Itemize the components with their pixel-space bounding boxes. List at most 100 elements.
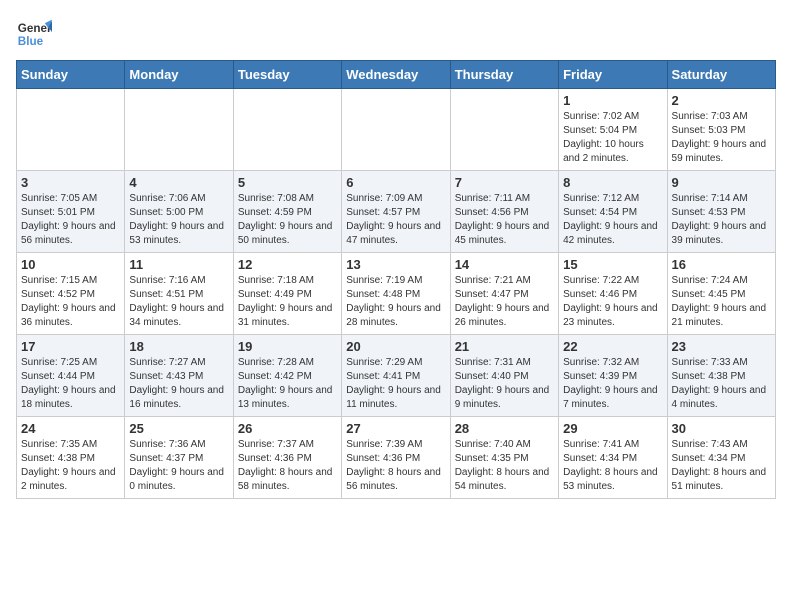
day-info: Sunrise: 7:24 AM Sunset: 4:45 PM Dayligh… xyxy=(672,274,771,330)
day-info: Sunrise: 7:21 AM Sunset: 4:47 PM Dayligh… xyxy=(455,274,554,330)
day-number: 7 xyxy=(455,175,554,190)
calendar-cell: 9 Sunrise: 7:14 AM Sunset: 4:53 PM Daylig… xyxy=(667,171,775,253)
day-number: 11 xyxy=(129,257,228,272)
calendar-cell: 14 Sunrise: 7:21 AM Sunset: 4:47 PM Dayli… xyxy=(450,253,558,335)
day-number: 10 xyxy=(21,257,120,272)
day-info: Sunrise: 7:03 AM Sunset: 5:03 PM Dayligh… xyxy=(672,110,771,166)
page-header: General Blue xyxy=(16,16,776,52)
calendar-cell xyxy=(450,89,558,171)
calendar-cell: 29 Sunrise: 7:41 AM Sunset: 4:34 PM Dayli… xyxy=(559,417,667,499)
weekday-header-sunday: Sunday xyxy=(17,61,125,89)
weekday-header-tuesday: Tuesday xyxy=(233,61,341,89)
day-info: Sunrise: 7:09 AM Sunset: 4:57 PM Dayligh… xyxy=(346,192,445,248)
day-info: Sunrise: 7:39 AM Sunset: 4:36 PM Dayligh… xyxy=(346,438,445,494)
logo: General Blue xyxy=(16,16,52,52)
day-info: Sunrise: 7:11 AM Sunset: 4:56 PM Dayligh… xyxy=(455,192,554,248)
day-number: 6 xyxy=(346,175,445,190)
weekday-header-thursday: Thursday xyxy=(450,61,558,89)
day-info: Sunrise: 7:08 AM Sunset: 4:59 PM Dayligh… xyxy=(238,192,337,248)
calendar-cell: 19 Sunrise: 7:28 AM Sunset: 4:42 PM Dayli… xyxy=(233,335,341,417)
day-number: 27 xyxy=(346,421,445,436)
calendar-cell xyxy=(233,89,341,171)
day-number: 12 xyxy=(238,257,337,272)
logo-icon: General Blue xyxy=(16,16,52,52)
calendar-week-row: 24Sunrise: 7:35 AM Sunset: 4:38 PM Dayli… xyxy=(17,417,776,499)
day-number: 29 xyxy=(563,421,662,436)
calendar-cell: 21Sunrise: 7:31 AM Sunset: 4:40 PM Dayli… xyxy=(450,335,558,417)
day-number: 18 xyxy=(129,339,228,354)
weekday-header-saturday: Saturday xyxy=(667,61,775,89)
day-number: 8 xyxy=(563,175,662,190)
day-info: Sunrise: 7:43 AM Sunset: 4:34 PM Dayligh… xyxy=(672,438,771,494)
calendar-cell: 30 Sunrise: 7:43 AM Sunset: 4:34 PM Dayli… xyxy=(667,417,775,499)
day-info: Sunrise: 7:28 AM Sunset: 4:42 PM Dayligh… xyxy=(238,356,337,412)
calendar-cell: 13 Sunrise: 7:19 AM Sunset: 4:48 PM Dayli… xyxy=(342,253,450,335)
calendar-cell: 20 Sunrise: 7:29 AM Sunset: 4:41 PM Dayli… xyxy=(342,335,450,417)
calendar-week-row: 1 Sunrise: 7:02 AM Sunset: 5:04 PM Daylig… xyxy=(17,89,776,171)
day-number: 13 xyxy=(346,257,445,272)
day-number: 28 xyxy=(455,421,554,436)
calendar-cell: 15 Sunrise: 7:22 AM Sunset: 4:46 PM Dayli… xyxy=(559,253,667,335)
day-number: 26 xyxy=(238,421,337,436)
weekday-header-row: SundayMondayTuesdayWednesdayThursdayFrid… xyxy=(17,61,776,89)
calendar-cell: 28Sunrise: 7:40 AM Sunset: 4:35 PM Dayli… xyxy=(450,417,558,499)
weekday-header-monday: Monday xyxy=(125,61,233,89)
calendar-cell: 4 Sunrise: 7:06 AM Sunset: 5:00 PM Daylig… xyxy=(125,171,233,253)
calendar-week-row: 17 Sunrise: 7:25 AM Sunset: 4:44 PM Dayli… xyxy=(17,335,776,417)
day-number: 1 xyxy=(563,93,662,108)
calendar-cell: 16 Sunrise: 7:24 AM Sunset: 4:45 PM Dayli… xyxy=(667,253,775,335)
day-info: Sunrise: 7:35 AM Sunset: 4:38 PM Dayligh… xyxy=(21,438,120,494)
calendar-cell: 10 Sunrise: 7:15 AM Sunset: 4:52 PM Dayli… xyxy=(17,253,125,335)
calendar-cell: 23 Sunrise: 7:33 AM Sunset: 4:38 PM Dayli… xyxy=(667,335,775,417)
calendar-table: SundayMondayTuesdayWednesdayThursdayFrid… xyxy=(16,60,776,499)
svg-text:Blue: Blue xyxy=(18,35,44,48)
day-number: 9 xyxy=(672,175,771,190)
day-info: Sunrise: 7:14 AM Sunset: 4:53 PM Dayligh… xyxy=(672,192,771,248)
calendar-cell: 12 Sunrise: 7:18 AM Sunset: 4:49 PM Dayli… xyxy=(233,253,341,335)
day-info: Sunrise: 7:41 AM Sunset: 4:34 PM Dayligh… xyxy=(563,438,662,494)
day-number: 23 xyxy=(672,339,771,354)
day-number: 14 xyxy=(455,257,554,272)
calendar-week-row: 10 Sunrise: 7:15 AM Sunset: 4:52 PM Dayli… xyxy=(17,253,776,335)
day-number: 21 xyxy=(455,339,554,354)
calendar-cell: 26Sunrise: 7:37 AM Sunset: 4:36 PM Dayli… xyxy=(233,417,341,499)
weekday-header-friday: Friday xyxy=(559,61,667,89)
day-info: Sunrise: 7:12 AM Sunset: 4:54 PM Dayligh… xyxy=(563,192,662,248)
day-number: 4 xyxy=(129,175,228,190)
day-number: 30 xyxy=(672,421,771,436)
calendar-cell: 7 Sunrise: 7:11 AM Sunset: 4:56 PM Daylig… xyxy=(450,171,558,253)
calendar-cell: 22Sunrise: 7:32 AM Sunset: 4:39 PM Dayli… xyxy=(559,335,667,417)
day-number: 19 xyxy=(238,339,337,354)
day-info: Sunrise: 7:19 AM Sunset: 4:48 PM Dayligh… xyxy=(346,274,445,330)
day-info: Sunrise: 7:29 AM Sunset: 4:41 PM Dayligh… xyxy=(346,356,445,412)
day-info: Sunrise: 7:06 AM Sunset: 5:00 PM Dayligh… xyxy=(129,192,228,248)
calendar-cell: 18Sunrise: 7:27 AM Sunset: 4:43 PM Dayli… xyxy=(125,335,233,417)
calendar-cell: 1 Sunrise: 7:02 AM Sunset: 5:04 PM Daylig… xyxy=(559,89,667,171)
calendar-cell: 17 Sunrise: 7:25 AM Sunset: 4:44 PM Dayli… xyxy=(17,335,125,417)
day-number: 22 xyxy=(563,339,662,354)
calendar-cell: 11Sunrise: 7:16 AM Sunset: 4:51 PM Dayli… xyxy=(125,253,233,335)
day-info: Sunrise: 7:22 AM Sunset: 4:46 PM Dayligh… xyxy=(563,274,662,330)
calendar-cell: 24Sunrise: 7:35 AM Sunset: 4:38 PM Dayli… xyxy=(17,417,125,499)
calendar-cell: 2 Sunrise: 7:03 AM Sunset: 5:03 PM Daylig… xyxy=(667,89,775,171)
day-info: Sunrise: 7:18 AM Sunset: 4:49 PM Dayligh… xyxy=(238,274,337,330)
calendar-week-row: 3Sunrise: 7:05 AM Sunset: 5:01 PM Daylig… xyxy=(17,171,776,253)
day-number: 17 xyxy=(21,339,120,354)
day-info: Sunrise: 7:25 AM Sunset: 4:44 PM Dayligh… xyxy=(21,356,120,412)
weekday-header-wednesday: Wednesday xyxy=(342,61,450,89)
day-number: 2 xyxy=(672,93,771,108)
day-number: 25 xyxy=(129,421,228,436)
day-number: 3 xyxy=(21,175,120,190)
day-number: 20 xyxy=(346,339,445,354)
day-info: Sunrise: 7:02 AM Sunset: 5:04 PM Dayligh… xyxy=(563,110,662,166)
day-info: Sunrise: 7:15 AM Sunset: 4:52 PM Dayligh… xyxy=(21,274,120,330)
day-info: Sunrise: 7:36 AM Sunset: 4:37 PM Dayligh… xyxy=(129,438,228,494)
calendar-cell: 25 Sunrise: 7:36 AM Sunset: 4:37 PM Dayli… xyxy=(125,417,233,499)
calendar-cell xyxy=(342,89,450,171)
day-number: 15 xyxy=(563,257,662,272)
calendar-cell: 6 Sunrise: 7:09 AM Sunset: 4:57 PM Daylig… xyxy=(342,171,450,253)
day-number: 16 xyxy=(672,257,771,272)
calendar-cell: 5Sunrise: 7:08 AM Sunset: 4:59 PM Daylig… xyxy=(233,171,341,253)
day-info: Sunrise: 7:33 AM Sunset: 4:38 PM Dayligh… xyxy=(672,356,771,412)
calendar-cell xyxy=(125,89,233,171)
